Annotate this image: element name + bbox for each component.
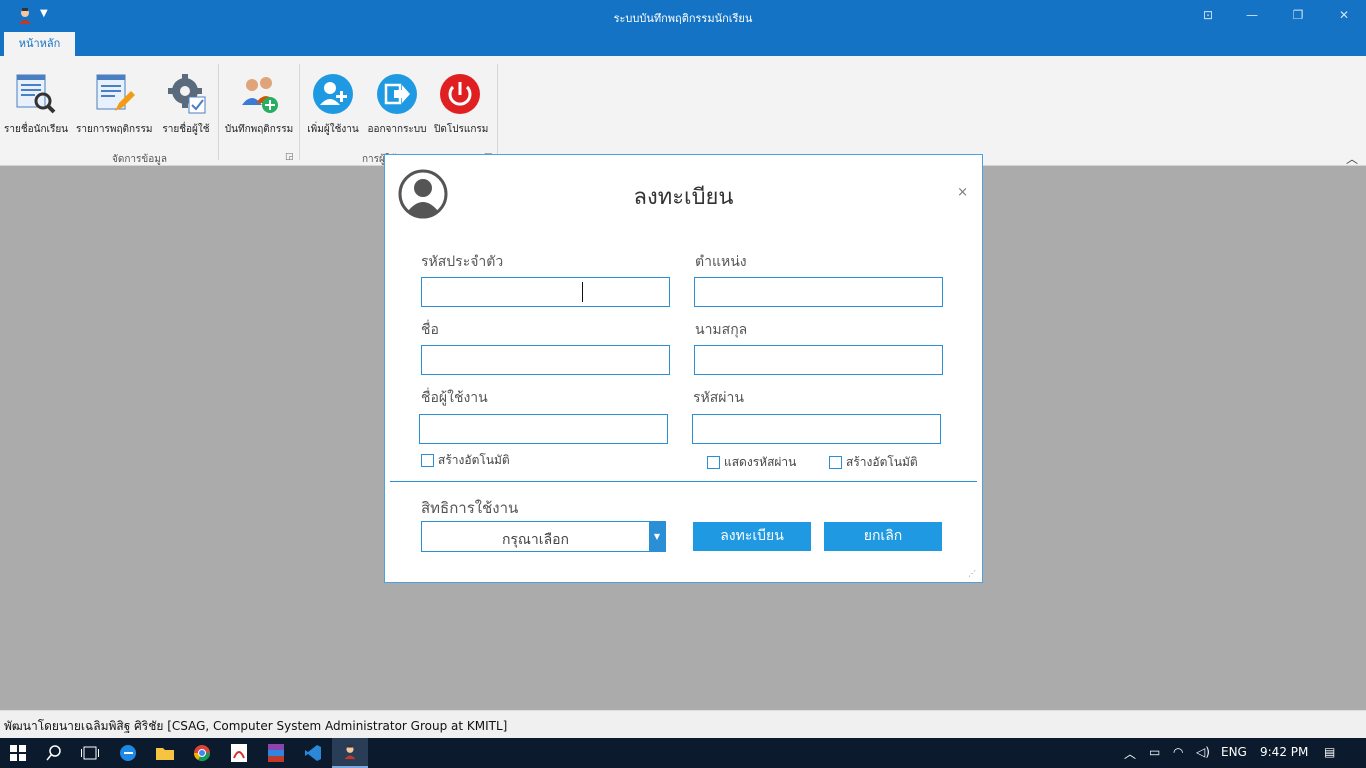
restore-icon[interactable]: ❐	[1288, 6, 1308, 24]
auto-password-checkbox[interactable]: สร้างอัตโนมัติ	[829, 453, 918, 472]
pdf-reader-button[interactable]	[221, 738, 257, 768]
ribbon-group-separator	[299, 64, 300, 160]
user-list-button[interactable]: รายชื่อผู้ใช้	[160, 72, 212, 137]
show-password-label: แสดงรหัสผ่าน	[724, 455, 797, 469]
firstname-label: ชื่อ	[421, 322, 439, 338]
record-behavior-button[interactable]: บันทึกพฤติกรรม	[224, 72, 294, 137]
student-search-icon	[16, 74, 56, 114]
folder-icon	[156, 748, 174, 760]
logout-label: ออกจากระบบ	[367, 124, 427, 135]
wifi-icon[interactable]: ◠	[1173, 745, 1183, 759]
ribbon: รายชื่อนักเรียน รายการพฤติกรรม รายชื่อผู…	[0, 56, 1366, 166]
edit-list-icon	[96, 74, 135, 111]
password-input[interactable]	[692, 414, 941, 444]
tab-home[interactable]: หน้าหลัก	[4, 32, 75, 56]
checkbox-box[interactable]	[829, 456, 842, 469]
edge-icon	[120, 745, 136, 761]
taskbar: ︿ ▭ ◠ ◁) ENG 9:42 PM ▤	[0, 738, 1366, 768]
file-explorer-button[interactable]	[147, 738, 183, 768]
search-button[interactable]	[36, 738, 72, 768]
dialog-divider	[390, 481, 977, 482]
clock[interactable]: 9:42 PM	[1260, 745, 1308, 759]
task-view-icon	[81, 746, 99, 760]
search-icon	[46, 745, 61, 761]
winrar-button[interactable]	[258, 738, 294, 768]
collapse-ribbon-icon[interactable]: ︿	[1346, 150, 1358, 167]
start-button[interactable]	[0, 738, 36, 768]
chrome-icon	[193, 745, 211, 762]
checkbox-box[interactable]	[707, 456, 720, 469]
position-input[interactable]	[694, 277, 943, 307]
visual-studio-button[interactable]	[295, 738, 331, 768]
resize-grip-icon[interactable]: ⋰	[968, 569, 976, 578]
archive-icon	[268, 744, 284, 762]
tray-chevron-icon[interactable]: ︿	[1124, 745, 1136, 762]
group-launcher-icon[interactable]: ◲	[285, 152, 294, 162]
permission-select[interactable]: กรุณาเลือก ▼	[421, 521, 666, 552]
id-input[interactable]	[421, 277, 670, 307]
minimize-icon[interactable]: —	[1242, 6, 1262, 24]
battery-icon[interactable]: ▭	[1149, 745, 1160, 759]
status-text: พัฒนาโดยนายเฉลิมพิสิฐ ศิริชัย [CSAG, Com…	[4, 719, 508, 733]
record-behavior-label: บันทึกพฤติกรรม	[224, 124, 294, 135]
id-label: รหัสประจำตัว	[421, 254, 504, 270]
title-bar: ▼ ระบบบันทึกพฤติกรรมนักเรียน ⊡ — ❐ ✕	[0, 0, 1366, 32]
power-icon	[440, 74, 480, 114]
cancel-button[interactable]: ยกเลิก	[824, 522, 942, 551]
show-password-checkbox[interactable]: แสดงรหัสผ่าน	[707, 453, 796, 472]
notifications-icon[interactable]: ▤	[1324, 745, 1335, 759]
add-users-icon	[242, 77, 278, 113]
task-view-button[interactable]	[72, 738, 108, 768]
register-button[interactable]: ลงทะเบียน	[693, 522, 811, 551]
behavior-list-label: รายการพฤติกรรม	[76, 124, 153, 135]
logout-icon	[377, 74, 417, 114]
dropdown-arrow-icon[interactable]: ▼	[649, 522, 665, 551]
add-user-label: เพิ่มผู้ใช้งาน	[307, 124, 359, 135]
ribbon-separator	[218, 64, 219, 160]
student-list-label: รายชื่อนักเรียน	[4, 124, 69, 135]
language-indicator[interactable]: ENG	[1221, 745, 1247, 759]
status-bar: พัฒนาโดยนายเฉลิมพิสิฐ ศิริชัย [CSAG, Com…	[0, 710, 1366, 738]
register-dialog: ลงทะเบียน × รหัสประจำตัว ตำแหน่ง ชื่อ นา…	[384, 154, 983, 583]
checkbox-box[interactable]	[421, 454, 434, 467]
password-label: รหัสผ่าน	[693, 390, 744, 406]
lastname-input[interactable]	[694, 345, 943, 375]
auto-username-label: สร้างอัตโนมัติ	[438, 453, 510, 467]
add-user-icon	[313, 74, 353, 114]
edge-button[interactable]	[110, 738, 146, 768]
pdf-icon	[231, 744, 247, 762]
group-label-data: จัดการข้อมูล	[112, 154, 167, 165]
chrome-button[interactable]	[184, 738, 220, 768]
username-input[interactable]	[419, 414, 668, 444]
volume-icon[interactable]: ◁)	[1196, 745, 1210, 759]
exit-program-button[interactable]: ปิดโปรแกรม	[434, 72, 489, 137]
user-list-label: รายชื่อผู้ใช้	[162, 124, 210, 135]
visual-studio-icon	[305, 745, 321, 761]
exit-program-label: ปิดโปรแกรม	[434, 124, 489, 135]
permission-label: สิทธิการใช้งาน	[421, 499, 519, 517]
lastname-label: นามสกุล	[695, 322, 748, 338]
permission-selected-value: กรุณาเลือก	[501, 532, 570, 548]
position-label: ตำแหน่ง	[695, 254, 747, 270]
app-user-icon	[344, 744, 356, 760]
auto-password-label: สร้างอัตโนมัติ	[846, 455, 918, 469]
logout-button[interactable]: ออกจากระบบ	[366, 72, 428, 137]
ribbon-display-options-icon[interactable]: ⊡	[1198, 6, 1218, 24]
username-label: ชื่อผู้ใช้งาน	[421, 390, 488, 406]
window-title: ระบบบันทึกพฤติกรรมนักเรียน	[613, 12, 753, 25]
firstname-input[interactable]	[421, 345, 670, 375]
student-list-button[interactable]: รายชื่อนักเรียน	[4, 72, 68, 137]
add-user-button[interactable]: เพิ่มผู้ใช้งาน	[306, 72, 360, 137]
ribbon-tab-strip: หน้าหลัก	[0, 32, 1366, 56]
auto-username-checkbox[interactable]: สร้างอัตโนมัติ	[421, 451, 510, 470]
text-caret	[582, 282, 583, 302]
dialog-title: ลงทะเบียน	[633, 185, 734, 210]
ribbon-group-separator	[497, 64, 498, 160]
dialog-close-icon[interactable]: ×	[957, 185, 968, 200]
behavior-list-button[interactable]: รายการพฤติกรรม	[76, 72, 152, 137]
behavior-app-button[interactable]	[332, 738, 368, 768]
settings-users-icon	[168, 74, 206, 114]
windows-logo-icon	[10, 745, 26, 761]
close-window-icon[interactable]: ✕	[1334, 6, 1354, 24]
